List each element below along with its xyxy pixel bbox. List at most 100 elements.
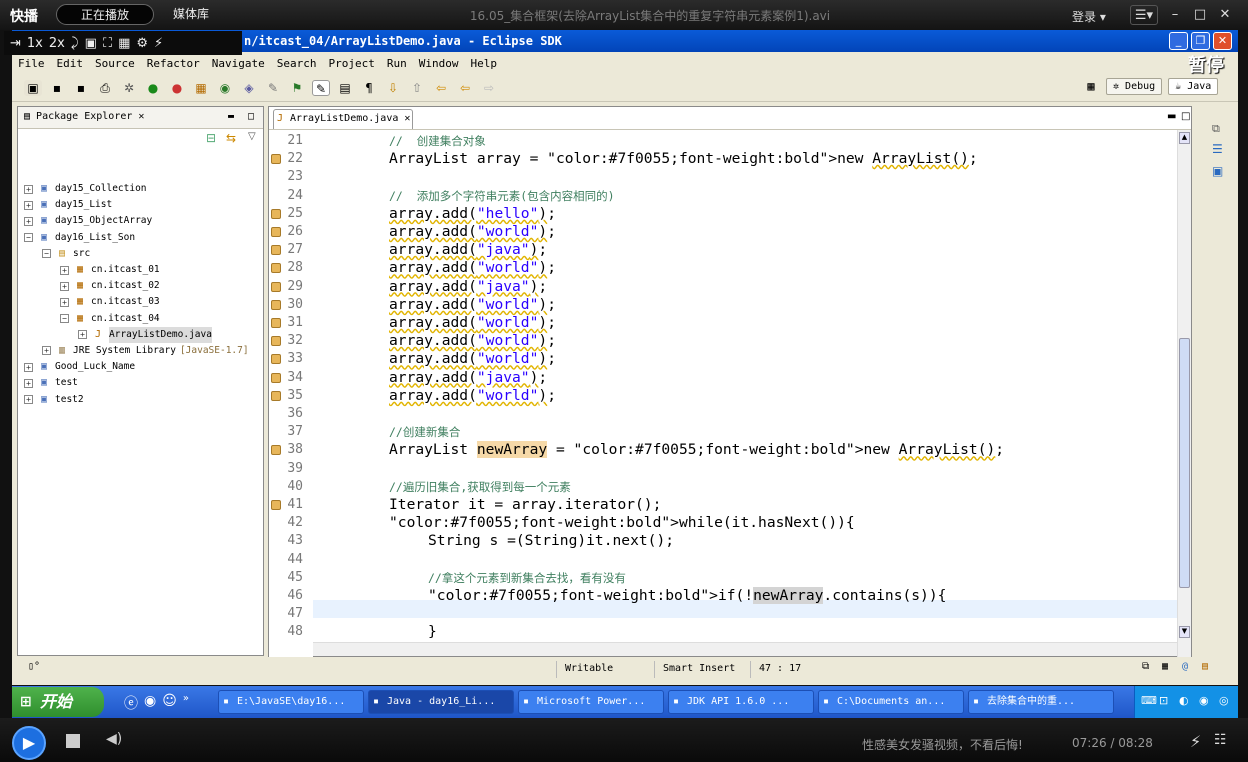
prev-annotation-icon[interactable]: ⇧ — [408, 80, 426, 96]
tree-item[interactable]: − ▤ src — [24, 246, 262, 262]
block-select-icon[interactable]: ▤ — [336, 80, 354, 96]
speedup-icon[interactable]: ⚡ — [1190, 732, 1201, 751]
taskbar-task[interactable]: ▪ Java - day16_Li... — [368, 690, 514, 714]
expand-toggle-icon[interactable]: + — [24, 184, 33, 194]
expand-toggle-icon[interactable]: + — [60, 265, 69, 275]
taskbar-task[interactable]: ▪ 去除集合中的重... — [968, 690, 1114, 714]
view-minimize-icon[interactable]: ▬ — [228, 107, 234, 127]
screenshot-icon[interactable]: ▣ — [85, 36, 97, 51]
security-icon[interactable]: ◉ — [1199, 694, 1209, 707]
print-icon[interactable]: ⎙ — [96, 80, 114, 96]
menu-run[interactable]: Run — [387, 57, 407, 70]
tree-item[interactable]: + ▣ test2 — [24, 391, 262, 407]
back-icon[interactable]: ⇦ — [456, 80, 474, 96]
start-button[interactable]: ⊞ 开始 — [12, 687, 104, 717]
expand-toggle-icon[interactable]: + — [78, 330, 87, 340]
debug-icon[interactable]: ✲ — [120, 80, 138, 96]
chrome-icon[interactable]: ◉ — [144, 693, 156, 713]
collapse-toggle-icon[interactable]: − — [42, 249, 51, 259]
tree-item[interactable]: − ▦ cn.itcast_04 — [24, 311, 262, 327]
network-icon[interactable]: ⊡ — [1159, 694, 1168, 707]
close-icon[interactable]: ✕ — [1214, 5, 1236, 25]
ie-icon[interactable]: ⓔ — [124, 693, 138, 713]
eclipse-close-icon[interactable]: ✕ — [1213, 32, 1232, 50]
tree-item[interactable]: + ▣ test — [24, 375, 262, 391]
taskbar-task[interactable]: ▪ Microsoft Power... — [518, 690, 664, 714]
skin-menu-icon[interactable]: ☰▾ — [1130, 5, 1158, 25]
maximize-icon[interactable]: □ — [1189, 5, 1211, 25]
code-editor[interactable]: 21 22 23 24 25 26 27 28 29 30 31 32 33 34 35 36 37 38 39 40… — [269, 129, 1191, 657]
ad-link[interactable]: 性感美女发骚视频，不看后悔! — [862, 736, 1023, 753]
tree-item[interactable]: − ▣ day16_List_Son — [24, 230, 262, 246]
editor-tab[interactable]: J ArrayListDemo.java ✕ — [273, 109, 413, 129]
editor-minimize-icon[interactable]: ▬ — [1167, 111, 1176, 122]
link-editor-icon[interactable]: ⇆ — [226, 131, 236, 145]
view-maximize-icon[interactable]: □ — [248, 107, 254, 127]
scroll-up-icon[interactable]: ▲ — [1179, 132, 1190, 144]
accelerate-icon[interactable]: ⚡ — [154, 36, 163, 51]
declaration-icon[interactable]: ▤ — [1202, 661, 1208, 672]
highlight-icon[interactable]: ✎ — [312, 79, 330, 96]
stop-icon[interactable] — [66, 734, 80, 748]
volume-control-icon[interactable]: ◀) — [106, 731, 122, 747]
tree-item[interactable]: + ▣ day15_List — [24, 197, 262, 213]
expand-toggle-icon[interactable]: + — [24, 362, 33, 372]
horizontal-scrollbar[interactable] — [313, 642, 1177, 656]
minimize-icon[interactable]: – — [1164, 5, 1186, 25]
menu-refactor[interactable]: Refactor — [147, 57, 200, 70]
menu-edit[interactable]: Edit — [57, 57, 84, 70]
toggle-mark-icon[interactable]: ⚑ — [288, 80, 306, 96]
speed-1x-button[interactable]: 1x — [27, 36, 43, 51]
speed-2x-button[interactable]: 2x — [49, 36, 65, 51]
scrollbar-thumb[interactable] — [1179, 338, 1190, 588]
quick-launch-more-icon[interactable]: » — [183, 693, 189, 713]
eclipse-restore-icon[interactable]: ❐ — [1191, 32, 1210, 50]
tree-item[interactable]: + J ArrayListDemo.java — [24, 326, 262, 343]
tab-media-library[interactable]: 媒体库 — [158, 4, 224, 25]
taskbar-task[interactable]: ▪ E:\JavaSE\day16... — [218, 690, 364, 714]
tray-app-icon[interactable]: ◎ — [1219, 694, 1229, 707]
editor-maximize-icon[interactable]: □ — [1181, 111, 1190, 122]
tree-item[interactable]: + ▣ day15_Collection — [24, 181, 262, 197]
login-link[interactable]: 登录 ▾ — [1072, 8, 1106, 25]
fullscreen-icon[interactable]: ⛶ — [103, 36, 112, 51]
external-tools-icon[interactable]: ● — [168, 80, 186, 96]
problems-icon[interactable]: ▦ — [1162, 661, 1168, 672]
collapse-all-icon[interactable]: ⊟ — [206, 131, 216, 145]
outline-icon[interactable]: ☰ — [1212, 142, 1223, 156]
menu-navigate[interactable]: Navigate — [212, 57, 265, 70]
vertical-scrollbar[interactable]: ▲ ▼ — [1177, 130, 1191, 657]
keyboard-icon[interactable]: ⌨ — [1141, 694, 1157, 707]
expand-toggle-icon[interactable]: + — [42, 346, 51, 356]
restore-view-icon[interactable]: ⧉ — [1212, 122, 1220, 136]
tab-now-playing[interactable]: 正在播放 — [56, 4, 154, 25]
taskbar-task[interactable]: ▪ C:\Documents an... — [818, 690, 964, 714]
new-icon[interactable]: ▣ — [24, 79, 42, 96]
menu-source[interactable]: Source — [95, 57, 135, 70]
open-type-icon[interactable]: ◈ — [240, 80, 258, 96]
sidebar-toggle-icon[interactable]: ⇥ — [10, 36, 21, 51]
tree-item[interactable]: + ▥ JRE System Library [JavaSE-1.7] — [24, 343, 262, 359]
menu-project[interactable]: Project — [328, 57, 374, 70]
show-whitespace-icon[interactable]: ¶ — [360, 80, 378, 96]
view-menu-icon[interactable]: ▽ — [248, 131, 256, 142]
menu-help[interactable]: Help — [470, 57, 497, 70]
messenger-icon[interactable]: ☺ — [162, 693, 177, 713]
tree-item[interactable]: + ▦ cn.itcast_02 — [24, 278, 262, 294]
save-icon[interactable]: ▪ — [48, 80, 66, 96]
new-class-icon[interactable]: ◉ — [216, 80, 234, 96]
menu-window[interactable]: Window — [419, 57, 459, 70]
run-icon[interactable]: ● — [144, 80, 162, 96]
javadoc-icon[interactable]: @ — [1182, 661, 1188, 672]
menu-file[interactable]: File — [18, 57, 45, 70]
tree-item[interactable]: + ▦ cn.itcast_01 — [24, 262, 262, 278]
rotate-icon[interactable]: ⤸ — [71, 36, 79, 51]
last-edit-icon[interactable]: ⇦ — [432, 80, 450, 96]
image-icon[interactable]: ▦ — [118, 36, 130, 51]
forward-icon[interactable]: ⇨ — [480, 80, 498, 96]
open-perspective-icon[interactable]: ▦ — [1082, 78, 1100, 94]
playlist-icon[interactable]: ☷ — [1214, 732, 1227, 748]
expand-toggle-icon[interactable]: + — [24, 378, 33, 388]
tree-item[interactable]: + ▣ Good_Luck_Name — [24, 359, 262, 375]
collapse-toggle-icon[interactable]: − — [24, 233, 33, 243]
